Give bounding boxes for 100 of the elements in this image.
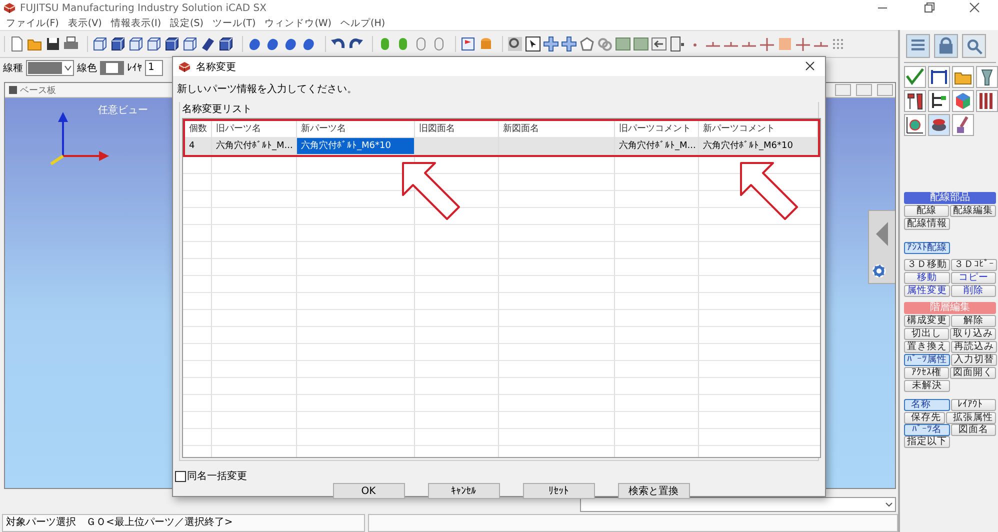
app-logo-icon (178, 60, 191, 72)
panel-button[interactable]: 図面開く (950, 367, 996, 379)
box-icon[interactable] (952, 90, 974, 112)
panel-button[interactable]: 切出し (904, 328, 949, 340)
printer-icon[interactable] (63, 36, 79, 52)
menu-item[interactable]: 設定(S) (167, 16, 210, 30)
panel-button[interactable]: 未解決 (904, 380, 950, 392)
chart-icon[interactable] (904, 114, 926, 136)
cube-icon[interactable] (218, 36, 234, 52)
side-tab[interactable] (868, 210, 895, 284)
chain-icon[interactable] (597, 36, 613, 52)
bracket-icon[interactable] (928, 66, 950, 88)
panel-button[interactable]: 入力切替 (951, 354, 997, 366)
panel-button[interactable]: ｱｸｾｽ権 (904, 367, 949, 379)
lock-icon[interactable] (934, 34, 958, 58)
section-header: 階層編集 (904, 302, 996, 314)
dialog-button[interactable]: 検索と置換 (618, 483, 690, 499)
panel-button[interactable]: 削除 (951, 285, 996, 297)
menu-item[interactable]: 情報表示(I) (108, 16, 168, 30)
dropdown-field[interactable] (580, 497, 896, 512)
dialog-title: 名称変更 (196, 60, 237, 74)
column-header[interactable]: 個数 (185, 121, 212, 138)
pointer-icon[interactable] (525, 36, 541, 52)
panel-button[interactable]: 名称 (904, 399, 950, 411)
cube-icon[interactable] (146, 36, 162, 52)
panel-button[interactable]: 置き換え (904, 341, 950, 353)
check-icon[interactable] (904, 66, 926, 88)
panel-button[interactable]: 再読込み (951, 341, 997, 353)
column-header[interactable]: 旧図面名 (415, 121, 499, 138)
grid-square-icon[interactable] (615, 36, 631, 52)
table-cell[interactable]: 六角穴付ﾎﾞﾙﾄ_M6*10 (699, 138, 818, 155)
plus-icon[interactable] (795, 36, 811, 52)
table-cell[interactable] (499, 138, 615, 155)
column-header[interactable]: 新パーツ名 (297, 121, 415, 138)
grid-square-icon[interactable] (633, 36, 649, 52)
table-cell[interactable] (415, 138, 499, 155)
checkbox[interactable] (175, 470, 186, 482)
panel-button[interactable]: ﾊﾟｰﾂ名 (904, 424, 950, 436)
pentagon-icon[interactable] (579, 36, 595, 52)
table-cell[interactable]: 六角穴付ﾎﾞﾙﾄ_M... (212, 138, 297, 155)
plus-icon[interactable] (759, 36, 775, 52)
blob-icon[interactable] (247, 36, 263, 52)
menu-item[interactable]: 表示(V) (64, 16, 108, 30)
line-color-label: 線色 (77, 62, 97, 75)
panel-button[interactable]: ３Ｄｺﾋﾟｰ (951, 259, 997, 271)
tools-icon[interactable] (976, 90, 998, 112)
panel-button[interactable]: ３Ｄ移動 (904, 259, 950, 271)
panel-button[interactable]: 指定以下 (904, 436, 950, 448)
column-header[interactable]: 旧パーツコメント (615, 121, 699, 138)
panel-button[interactable]: ﾊﾟｰﾂ属性 (904, 354, 950, 366)
dialog-button[interactable]: ﾘｾｯﾄ (522, 483, 594, 499)
panel-button[interactable]: 配線情報 (904, 218, 950, 230)
panel-button[interactable]: 配線 (904, 205, 949, 217)
folder-icon[interactable] (952, 66, 974, 88)
dialog-button[interactable]: ｷｬﾝｾﾙ (428, 483, 500, 499)
menu-item[interactable]: ヘルプ(H) (338, 16, 392, 30)
panel-button[interactable]: 配線編集 (950, 205, 996, 217)
document-icon[interactable] (9, 36, 25, 52)
cube-icon[interactable] (164, 36, 180, 52)
panel-button[interactable]: 図面名 (950, 424, 996, 436)
panel-button[interactable]: ﾚｲｱｳﾄ (950, 399, 996, 411)
flag-icon[interactable] (460, 36, 476, 52)
table-cell[interactable]: 六角穴付ﾎﾞﾙﾄ_M... (615, 138, 699, 155)
panel-button[interactable]: コピー (950, 272, 996, 284)
blob-icon[interactable] (301, 36, 317, 52)
panel-button[interactable]: 取り込み (950, 328, 996, 340)
panel-button[interactable]: 拡張属性 (946, 412, 996, 424)
panel-button[interactable]: 解除 (951, 315, 996, 327)
list-icon[interactable] (906, 34, 930, 58)
blob-icon[interactable] (283, 36, 299, 52)
cube-icon[interactable] (182, 36, 198, 52)
blob-icon[interactable] (265, 36, 281, 52)
cross-icon[interactable] (543, 36, 559, 52)
panel-button[interactable]: 保存先 (904, 412, 945, 424)
stack-icon[interactable] (928, 114, 950, 136)
table-cell[interactable]: 4 (185, 138, 212, 155)
cube-icon[interactable] (92, 36, 108, 52)
arrow-drawing (739, 161, 801, 221)
cube-icon[interactable] (128, 36, 144, 52)
panel-icon[interactable] (669, 36, 685, 52)
line-type-dropdown[interactable] (26, 60, 74, 76)
cube-icon[interactable] (110, 36, 126, 52)
tree-icon[interactable] (928, 90, 950, 112)
panel-button[interactable]: ｱｼｽﾄ配線 (904, 242, 950, 254)
menu-item[interactable]: ツール(T) (209, 16, 262, 30)
column-header[interactable]: 旧パーツ名 (212, 121, 297, 138)
panel-button[interactable]: 構成変更 (904, 315, 950, 327)
table-cell[interactable]: 六角穴付ﾎﾞﾙﾄ_M6*10 (297, 138, 415, 155)
color-swatch[interactable] (100, 61, 124, 75)
brush-icon[interactable] (952, 114, 974, 136)
column-header[interactable]: 新図面名 (499, 121, 615, 138)
dialog-button[interactable]: OK (332, 483, 404, 499)
column-header[interactable]: 新パーツコメント (699, 121, 818, 138)
menu-item[interactable]: ウィンドウ(W) (262, 16, 338, 30)
menu-item[interactable]: ファイル(F) (3, 16, 65, 30)
panel-button[interactable]: 移動 (904, 272, 950, 284)
panel-button[interactable]: 属性変更 (904, 285, 950, 297)
layer-field[interactable]: 1 (145, 60, 163, 76)
cross-icon[interactable] (561, 36, 577, 52)
hammer-icon[interactable] (904, 90, 926, 112)
